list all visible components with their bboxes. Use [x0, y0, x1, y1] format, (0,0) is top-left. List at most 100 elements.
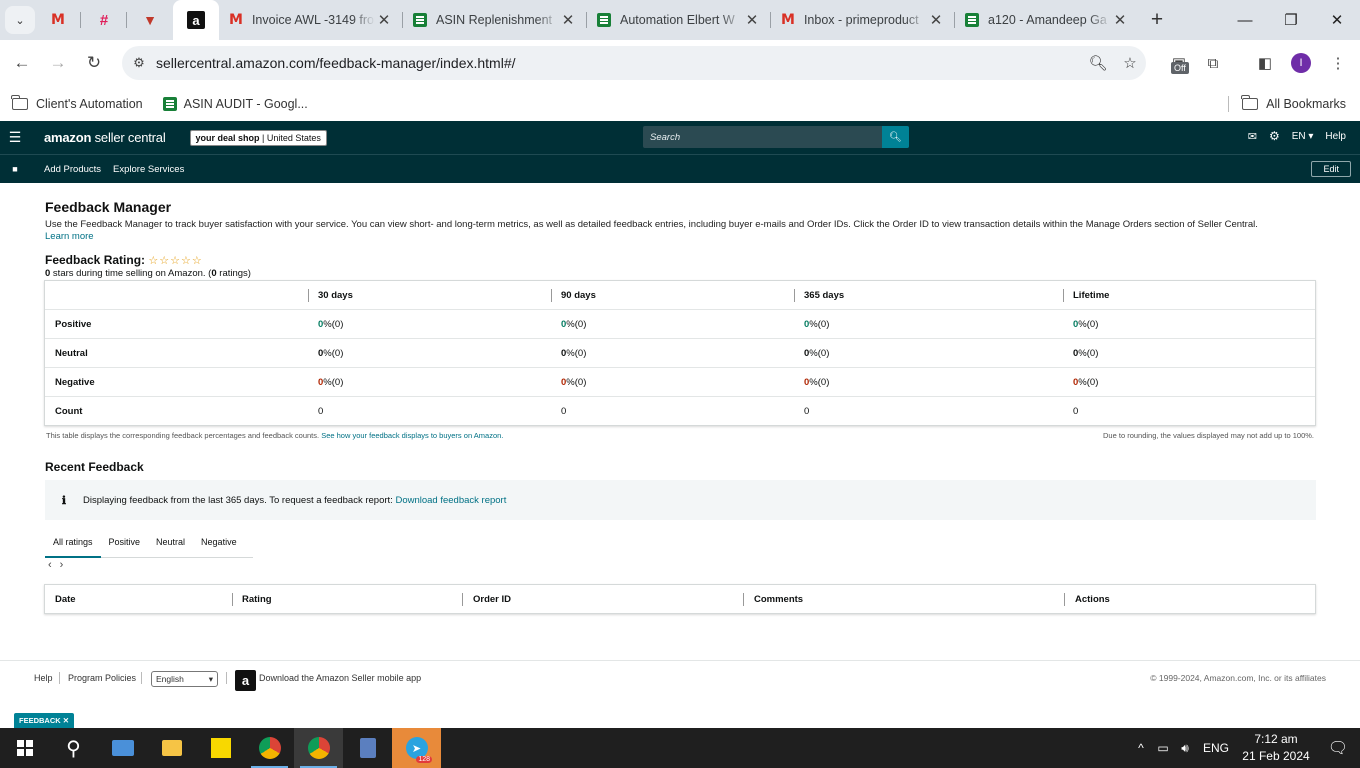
- url-text[interactable]: sellercentral.amazon.com/feedback-manage…: [156, 55, 1082, 71]
- chevron-right-icon[interactable]: ›: [60, 559, 72, 571]
- window-controls: — ❐ ✕: [1222, 0, 1360, 40]
- restore-icon[interactable]: ❐: [1268, 0, 1314, 40]
- bookmark-asin-audit[interactable]: ASIN AUDIT - Googl...: [162, 96, 308, 111]
- chevron-up-icon[interactable]: ^: [1130, 741, 1152, 755]
- tab-invoice[interactable]: M Invoice AWL -3149 from ✕: [219, 0, 403, 40]
- tab-neutral[interactable]: Neutral: [148, 532, 193, 558]
- rating-summary: 0 stars during time selling on Amazon. (…: [45, 268, 251, 279]
- side-panel-icon[interactable]: ◧: [1252, 48, 1278, 78]
- account-switcher[interactable]: your deal shop | United States: [189, 129, 327, 146]
- language-indicator[interactable]: ENG: [1196, 741, 1236, 755]
- site-info-icon[interactable]: ⚙: [122, 55, 156, 71]
- close-icon[interactable]: ✕: [375, 11, 393, 29]
- zoom-icon[interactable]: 🔍︎: [1082, 54, 1114, 72]
- mail-icon[interactable]: ✉: [1248, 130, 1257, 143]
- address-bar[interactable]: ⚙ sellercentral.amazon.com/feedback-mana…: [122, 46, 1146, 80]
- see-how-link[interactable]: See how your feedback displays to buyers…: [321, 431, 503, 440]
- search-box[interactable]: Search 🔍︎: [643, 126, 909, 148]
- avatar: I: [1291, 53, 1311, 73]
- table-row-neutral: Neutral 0 %(0) 0 %(0) 0 %(0) 0 %(0): [45, 339, 1315, 368]
- notification-icon[interactable]: 🗨︎: [1316, 738, 1360, 758]
- footer-help-link[interactable]: Help: [34, 673, 53, 683]
- sticky-notes-icon[interactable]: [196, 728, 245, 768]
- sheets-icon: [413, 13, 427, 27]
- desktop-app-icon[interactable]: [98, 728, 147, 768]
- tab-asin-replenishment[interactable]: ASIN Replenishment ✕: [403, 0, 587, 40]
- reload-icon[interactable]: ↻: [76, 53, 112, 73]
- chrome-icon[interactable]: [245, 728, 294, 768]
- chevron-down-icon: ▾: [208, 674, 213, 684]
- search-input[interactable]: Search: [643, 132, 882, 143]
- search-icon[interactable]: ⚲: [49, 728, 98, 768]
- bookmark-clients-automation[interactable]: Client's Automation: [11, 94, 143, 111]
- pinned-tab-slack[interactable]: #: [81, 0, 127, 40]
- windows-taskbar: ⚲ ➤ 128 ^ ▭ 🔊︎ ENG 7:12 am 21 Feb 2024 🗨︎: [0, 728, 1360, 768]
- help-link[interactable]: Help: [1325, 131, 1346, 142]
- close-icon[interactable]: ✕: [559, 11, 577, 29]
- hamburger-icon[interactable]: ☰: [0, 129, 30, 146]
- gmail-icon: M: [781, 12, 795, 28]
- seller-central-nav: ■ Add Products Explore Services Edit: [0, 154, 1360, 183]
- chrome-profile-icon[interactable]: [294, 728, 343, 768]
- nav-explore-services[interactable]: Explore Services: [113, 164, 184, 175]
- bookmark-icon[interactable]: ■: [0, 164, 30, 174]
- feedback-tab[interactable]: FEEDBACK ✕: [14, 713, 75, 728]
- windows-icon: [16, 740, 33, 756]
- telegram-icon[interactable]: ➤ 128: [392, 728, 441, 768]
- start-button[interactable]: [0, 728, 49, 768]
- table-row-count: Count 0 0 0 0: [55, 406, 1079, 417]
- edit-nav-button[interactable]: Edit: [1311, 161, 1351, 177]
- table-header-row: 30 days 90 days 365 days Lifetime: [45, 281, 1315, 310]
- bookmark-star-icon[interactable]: ☆: [1114, 54, 1146, 72]
- minimize-icon[interactable]: —: [1222, 0, 1268, 40]
- footer-policies-link[interactable]: Program Policies: [68, 673, 136, 683]
- feedback-metrics-table: 30 days 90 days 365 days Lifetime Positi…: [44, 280, 1316, 426]
- file-explorer-icon[interactable]: [147, 728, 196, 768]
- tab-all-ratings[interactable]: All ratings: [45, 532, 101, 558]
- tab-a120[interactable]: a120 - Amandeep Ga ✕: [955, 0, 1139, 40]
- close-icon[interactable]: ✕: [927, 11, 945, 29]
- pinned-tab-gmail[interactable]: M: [35, 0, 81, 40]
- volume-icon[interactable]: 🔊︎: [1174, 741, 1196, 756]
- close-icon[interactable]: ✕: [1111, 11, 1129, 29]
- puzzle-icon[interactable]: ⧉: [1200, 48, 1226, 78]
- back-icon[interactable]: ←: [4, 53, 40, 73]
- tab-strip: ⌄ M # ▼ a M Invoice AWL -3149 from ✕ ASIN …: [0, 0, 1360, 40]
- chevron-left-icon[interactable]: ‹: [48, 559, 60, 571]
- folder-icon: [11, 94, 28, 110]
- forward-icon[interactable]: →: [40, 53, 76, 73]
- pinned-tab-extension[interactable]: ▼: [127, 0, 173, 40]
- network-icon[interactable]: ▭: [1152, 741, 1174, 755]
- menu-dots-icon[interactable]: ⋮: [1326, 48, 1350, 78]
- table-row-positive: Positive 0 %(0) 0 %(0) 0 %(0) 0 %(0): [45, 310, 1315, 339]
- clock[interactable]: 7:12 am 21 Feb 2024: [1236, 731, 1316, 765]
- calculator-icon[interactable]: [343, 728, 392, 768]
- new-tab-button[interactable]: +: [1139, 8, 1175, 32]
- tab-positive[interactable]: Positive: [101, 532, 149, 558]
- profile-button[interactable]: I: [1288, 48, 1314, 78]
- tab-automation[interactable]: Automation Elbert W ✕: [587, 0, 771, 40]
- amazon-seller-central-logo[interactable]: amazon seller central: [44, 130, 166, 145]
- download-report-link[interactable]: Download feedback report: [395, 495, 506, 506]
- telegram-badge: 128: [416, 756, 432, 763]
- amazon-icon: a: [187, 11, 205, 29]
- language-selector[interactable]: EN ▾: [1292, 131, 1314, 142]
- tab-search-button[interactable]: ⌄: [5, 6, 35, 34]
- search-icon[interactable]: 🔍︎: [882, 126, 909, 148]
- footer-language-select[interactable]: English ▾: [151, 671, 218, 687]
- active-tab-amazon[interactable]: a: [173, 0, 219, 40]
- tab-negative[interactable]: Negative: [193, 532, 245, 558]
- table-header-row: Date Rating Order ID Comments Actions: [55, 593, 1110, 606]
- chevron-down-icon: ⌄: [15, 14, 25, 27]
- browser-toolbar: ← → ↻ ⚙ sellercentral.amazon.com/feedbac…: [0, 40, 1360, 86]
- all-bookmarks[interactable]: All Bookmarks: [1241, 94, 1346, 111]
- close-window-icon[interactable]: ✕: [1314, 0, 1360, 40]
- download-app-link[interactable]: Download the Amazon Seller mobile app: [259, 673, 421, 683]
- amazon-app-icon: a: [235, 670, 256, 691]
- nav-add-products[interactable]: Add Products: [44, 164, 101, 175]
- gear-icon[interactable]: ⚙: [1269, 129, 1280, 143]
- system-tray: ^ ▭ 🔊︎ ENG 7:12 am 21 Feb 2024 🗨︎: [1130, 728, 1360, 768]
- tab-inbox[interactable]: M Inbox - primeproduct ✕: [771, 0, 955, 40]
- learn-more-link[interactable]: Learn more: [45, 231, 94, 242]
- close-icon[interactable]: ✕: [743, 11, 761, 29]
